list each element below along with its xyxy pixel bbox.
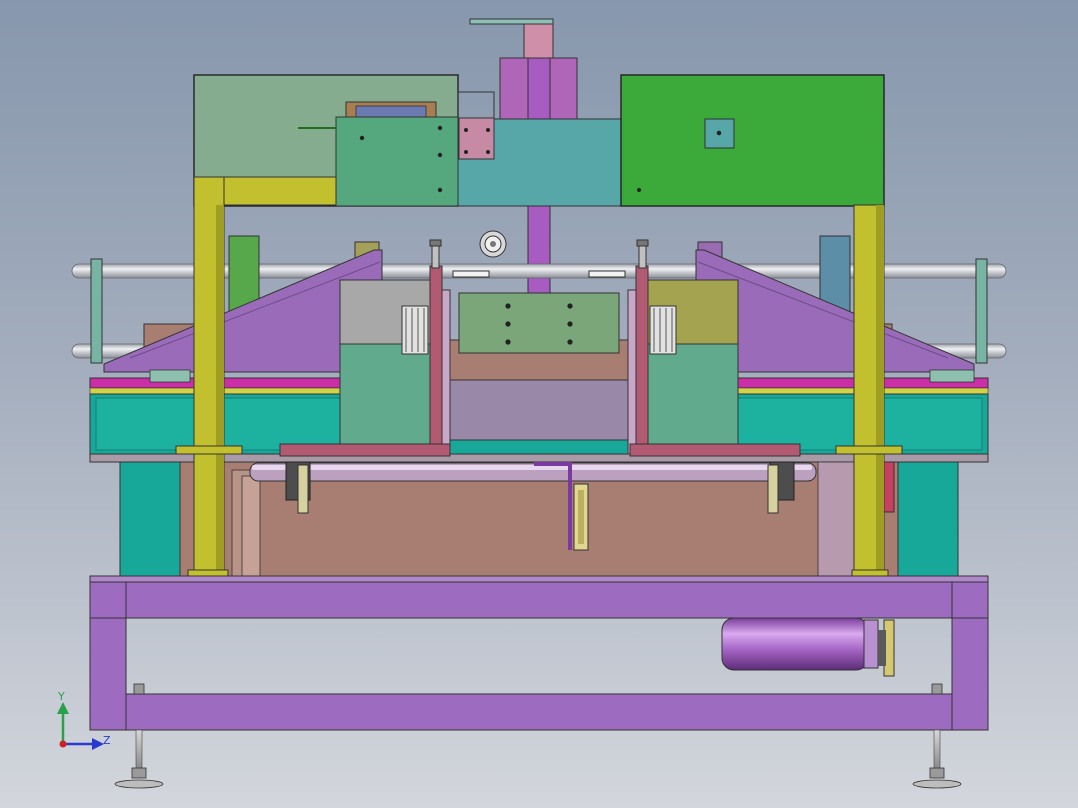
left-foot-nut (131, 767, 147, 779)
left-foot-stem (135, 729, 143, 775)
right-rod-bracket (975, 258, 988, 364)
right-mauve-block (817, 461, 859, 579)
right-foot-nut (929, 767, 945, 779)
top-guide-block (523, 23, 554, 59)
right-clamp-side-strip (627, 289, 637, 455)
motor-flange (863, 619, 879, 669)
left-clamp-pin-cap (429, 239, 442, 247)
deck-bottom-rail (89, 453, 989, 463)
y-axis-arrowhead (57, 702, 69, 714)
deck-blocks-right (929, 369, 975, 383)
top-housing (193, 18, 885, 299)
z-axis-label: Z (103, 734, 111, 747)
bolt (637, 188, 641, 192)
drive-motor (721, 617, 895, 677)
bolt (464, 128, 468, 132)
cad-viewport[interactable]: Y Z (0, 0, 1078, 808)
bolt (437, 187, 443, 193)
left-teal-panel (119, 461, 183, 579)
right-teal-panel (895, 461, 959, 579)
mould-cavity (449, 379, 631, 443)
base-upper-beam (89, 581, 989, 619)
left-foot-pad (114, 779, 164, 789)
deck-blocks-left (149, 369, 191, 383)
bolt (567, 321, 573, 327)
bolt (505, 321, 511, 327)
right-clamp-pin-cap (636, 239, 649, 247)
bolt (359, 135, 365, 141)
right-foot-stem (933, 729, 941, 775)
base-left-leg (89, 581, 127, 731)
center-bracket-frame (457, 91, 495, 121)
base-right-leg (951, 581, 989, 731)
motor-sprocket-inner (878, 630, 886, 666)
motor-body (721, 617, 869, 671)
left-gearbox (335, 116, 459, 207)
left-rod-bracket (90, 258, 103, 364)
left-clamp-body (339, 343, 443, 447)
top-cap-bar (469, 18, 554, 25)
mould-base (449, 439, 631, 455)
center-shaft-sprocket (573, 483, 589, 551)
mould-top-plate (458, 292, 620, 354)
left-brown-stack-2 (241, 475, 261, 577)
bolt (567, 303, 573, 309)
left-post-foot (175, 445, 243, 455)
bolt (486, 128, 490, 132)
left-housing-inner-slot (355, 105, 427, 119)
bolt (437, 125, 443, 131)
right-clamp-tab (588, 270, 626, 278)
right-clamp-arm (635, 265, 649, 447)
origin-dot (59, 740, 67, 748)
upper-sprocket (479, 230, 507, 258)
base-lower-beam (89, 693, 989, 731)
left-clamp-footplate (279, 443, 451, 457)
bolt (567, 339, 573, 345)
right-post-shade (876, 205, 884, 577)
base-top-ledge (89, 575, 989, 583)
bolt (505, 303, 511, 309)
drive-shaft-highlight (252, 465, 812, 470)
machine-assembly-model[interactable]: Y Z (0, 0, 1078, 808)
right-foot-pad (912, 779, 962, 789)
left-post-shade (216, 205, 224, 577)
left-clamp-side-strip (441, 289, 451, 455)
right-foot-nut-top (931, 683, 943, 695)
right-clamp-footplate (629, 443, 801, 457)
bolt (486, 150, 490, 154)
bolt (437, 152, 443, 158)
bolt (716, 130, 722, 136)
right-housing-panel (620, 74, 885, 207)
bolt (505, 339, 511, 345)
right-post-foot (835, 445, 903, 455)
left-foot-nut-top (133, 683, 145, 695)
y-axis-label: Y (57, 690, 65, 703)
right-clamp-body (635, 343, 739, 447)
lower-body (119, 461, 959, 579)
left-clamp-arm (429, 265, 443, 447)
left-clamp-tab (452, 270, 490, 278)
center-mould (449, 270, 631, 455)
bolt (464, 150, 468, 154)
